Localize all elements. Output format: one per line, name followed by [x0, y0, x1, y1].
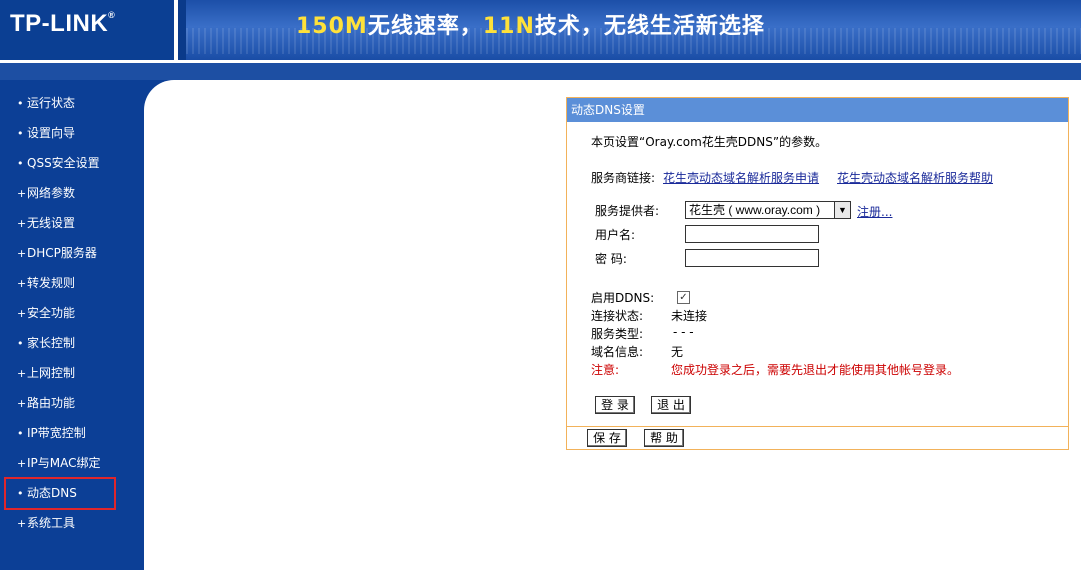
sidebar-item-label: 运行状态	[27, 96, 76, 110]
banner-11n: 11N	[482, 14, 535, 39]
sidebar-item-label: IP与MAC绑定	[27, 456, 101, 470]
tp-link-logo: TP-LINK®	[10, 10, 115, 38]
sidebar-item-setup-wizard[interactable]: • 设置向导	[17, 123, 75, 143]
logo-registered-mark: ®	[108, 10, 116, 20]
ddns-settings-panel: 动态DNS设置 本页设置“Oray.com花生壳DDNS”的参数。 服务商链接:…	[566, 97, 1069, 450]
plus-icon: +	[17, 307, 27, 320]
panel-divider	[567, 426, 1068, 427]
sidebar-item-dhcp[interactable]: +DHCP服务器	[17, 243, 97, 263]
sidebar-item-label: 无线设置	[27, 216, 76, 230]
username-input[interactable]	[685, 225, 819, 243]
dropdown-arrow-icon[interactable]: ▼	[834, 202, 850, 218]
sidebar-item-label: 系统工具	[27, 516, 76, 530]
intro-text: 本页设置“Oray.com花生壳DDNS”的参数。	[591, 135, 828, 149]
plus-icon: +	[17, 247, 27, 260]
note-label: 注意:	[591, 363, 620, 377]
status-value: 未连接	[671, 309, 708, 323]
ddns-help-link[interactable]: 花生壳动态域名解析服务帮助	[837, 169, 993, 186]
username-label: 用户名:	[595, 228, 636, 242]
sidebar-item-label: 上网控制	[27, 366, 76, 380]
sidebar-item-label: DHCP服务器	[27, 246, 97, 260]
bullet-icon: •	[17, 157, 24, 170]
bullet-icon: •	[17, 97, 24, 110]
service-type-label: 服务类型:	[591, 327, 644, 341]
panel-title: 动态DNS设置	[567, 98, 1068, 122]
plus-icon: +	[17, 217, 27, 230]
sidebar-item-parental-control[interactable]: • 家长控制	[17, 333, 75, 353]
save-button[interactable]: 保 存	[587, 429, 627, 447]
logout-button[interactable]: 退 出	[651, 396, 691, 414]
sidebar-item-label: 网络参数	[27, 186, 76, 200]
banner-speed: 150M	[296, 14, 368, 39]
plus-icon: +	[17, 517, 27, 530]
enable-ddns-checkbox[interactable]: ✓	[677, 291, 690, 304]
plus-icon: +	[17, 187, 27, 200]
password-input[interactable]	[685, 249, 819, 267]
bullet-icon: •	[17, 127, 24, 140]
banner-text-2: 技术，无线生活新选择	[534, 14, 765, 39]
banner-slogan: 150M无线速率，11N技术，无线生活新选择	[296, 8, 765, 40]
service-type-value: - - -	[673, 325, 694, 339]
help-button[interactable]: 帮 助	[644, 429, 684, 447]
enable-ddns-label: 启用DDNS:	[591, 291, 655, 305]
sidebar-item-forwarding[interactable]: +转发规则	[17, 273, 75, 293]
header-subbar	[0, 60, 1081, 80]
sidebar-item-bandwidth[interactable]: • IP带宽控制	[17, 423, 86, 443]
sidebar-item-network[interactable]: +网络参数	[17, 183, 75, 203]
sidebar-item-access-control[interactable]: +上网控制	[17, 363, 75, 383]
provider-label: 服务提供者:	[595, 204, 660, 218]
sidebar-item-status[interactable]: • 运行状态	[17, 93, 75, 113]
banner-text-1: 无线速率，	[367, 14, 483, 39]
plus-icon: +	[17, 367, 27, 380]
logo-area: TP-LINK®	[0, 0, 178, 60]
banner: 150M无线速率，11N技术，无线生活新选择	[186, 0, 1081, 60]
plus-icon: +	[17, 397, 27, 410]
note-text: 您成功登录之后，需要先退出才能使用其他帐号登录。	[671, 363, 960, 377]
domain-label: 域名信息:	[591, 345, 644, 359]
sidebar-item-wireless[interactable]: +无线设置	[17, 213, 75, 233]
sidebar-item-ip-mac-binding[interactable]: +IP与MAC绑定	[17, 453, 101, 473]
provider-select[interactable]: 花生壳 ( www.oray.com ) ▼	[685, 201, 851, 219]
provider-links-label: 服务商链接:	[591, 171, 656, 185]
logo-text: TP-LINK	[10, 10, 109, 37]
plus-icon: +	[17, 457, 27, 470]
sidebar-item-label: 设置向导	[27, 126, 76, 140]
provider-selected-value: 花生壳 ( www.oray.com )	[689, 203, 821, 217]
sidebar-item-system-tools[interactable]: +系统工具	[17, 513, 75, 533]
sidebar-item-label: QSS安全设置	[27, 156, 100, 170]
login-button[interactable]: 登 录	[595, 396, 635, 414]
sidebar-item-routing[interactable]: +路由功能	[17, 393, 75, 413]
domain-value: 无	[671, 345, 684, 359]
plus-icon: +	[17, 277, 27, 290]
status-label: 连接状态:	[591, 309, 644, 323]
register-link[interactable]: 注册...	[857, 203, 892, 220]
sidebar-item-label: 路由功能	[27, 396, 76, 410]
bullet-icon: •	[17, 337, 24, 350]
bullet-icon: •	[17, 427, 24, 440]
sidebar-item-security[interactable]: +安全功能	[17, 303, 75, 323]
sidebar-item-label: 家长控制	[27, 336, 76, 350]
selected-item-highlight	[4, 477, 116, 510]
sidebar-item-label: 安全功能	[27, 306, 76, 320]
password-label: 密 码:	[595, 252, 627, 266]
sidebar-item-qss[interactable]: • QSS安全设置	[17, 153, 100, 173]
sidebar-item-label: 转发规则	[27, 276, 76, 290]
sidebar-item-label: IP带宽控制	[27, 426, 86, 440]
header: TP-LINK® 150M无线速率，11N技术，无线生活新选择	[0, 0, 1081, 60]
ddns-apply-link[interactable]: 花生壳动态域名解析服务申请	[663, 169, 819, 186]
